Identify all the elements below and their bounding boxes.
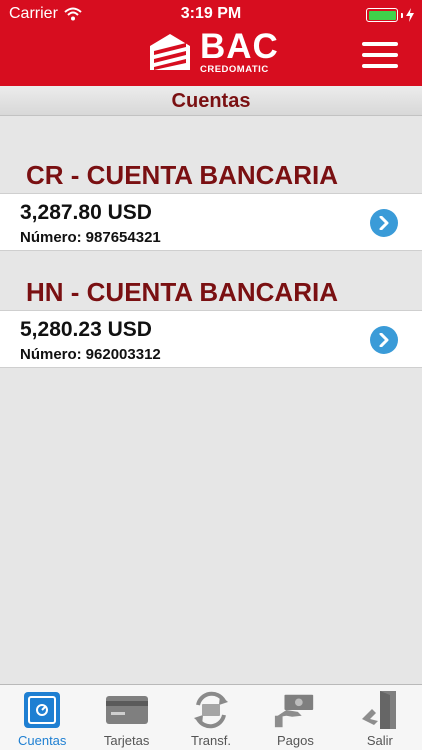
- account-section-heading: HN - CUENTA BANCARIA: [26, 277, 338, 307]
- tab-label: Cuentas: [17, 733, 67, 748]
- account-number-label: Número:: [20, 229, 82, 246]
- charging-bolt-icon: [406, 8, 414, 22]
- transfer-icon: [189, 689, 233, 731]
- tab-bar: Cuentas Tarjetas Transf. Pagos Salir: [0, 684, 422, 750]
- tab-label: Transf.: [191, 733, 231, 748]
- account-row[interactable]: 5,280.23 USD Número: 962003312: [0, 310, 422, 368]
- battery-indicator: [366, 8, 414, 22]
- chevron-right-icon[interactable]: [370, 209, 398, 237]
- tab-label: Pagos: [276, 733, 314, 748]
- page-title-bar: Cuentas: [0, 86, 422, 116]
- account-number: Número: 962003312: [20, 346, 161, 363]
- page-title: Cuentas: [171, 90, 251, 112]
- tab-label: Tarjetas: [103, 733, 150, 748]
- payment-icon: [273, 689, 317, 731]
- hamburger-menu-button[interactable]: [362, 42, 398, 68]
- account-number-label: Número:: [20, 346, 82, 363]
- account-number: Número: 987654321: [20, 229, 161, 246]
- account-balance: 3,287.80 USD: [20, 201, 152, 224]
- tab-cuentas[interactable]: Cuentas: [0, 685, 84, 750]
- tab-transf[interactable]: Transf.: [169, 685, 253, 750]
- logo-subtitle: CREDOMATIC: [200, 64, 269, 75]
- bac-logo-mark-icon: [150, 34, 190, 70]
- account-number-value: 962003312: [85, 346, 161, 363]
- menu-icon-line: [362, 53, 398, 57]
- account-row[interactable]: 3,287.80 USD Número: 987654321: [0, 193, 422, 251]
- status-bar: Carrier 3:19 PM: [0, 0, 422, 30]
- card-icon: [105, 689, 149, 731]
- account-number-value: 987654321: [85, 229, 161, 246]
- exit-door-icon: [358, 689, 402, 731]
- tab-label: Salir: [366, 733, 393, 748]
- tab-salir[interactable]: Salir: [338, 685, 422, 750]
- tab-pagos[interactable]: Pagos: [253, 685, 337, 750]
- account-section-heading: CR - CUENTA BANCARIA: [26, 160, 338, 190]
- logo-brand-text: BAC: [200, 27, 279, 66]
- status-time: 3:19 PM: [180, 5, 242, 22]
- account-balance: 5,280.23 USD: [20, 318, 152, 341]
- app-header: Carrier 3:19 PM BAC CREDOMATIC: [0, 0, 422, 86]
- battery-icon: [366, 8, 398, 22]
- menu-icon-line: [362, 42, 398, 46]
- chevron-right-icon[interactable]: [370, 326, 398, 354]
- tab-tarjetas[interactable]: Tarjetas: [84, 685, 168, 750]
- safe-icon: [20, 689, 64, 731]
- menu-icon-line: [362, 64, 398, 68]
- bac-logo: BAC CREDOMATIC: [148, 27, 279, 75]
